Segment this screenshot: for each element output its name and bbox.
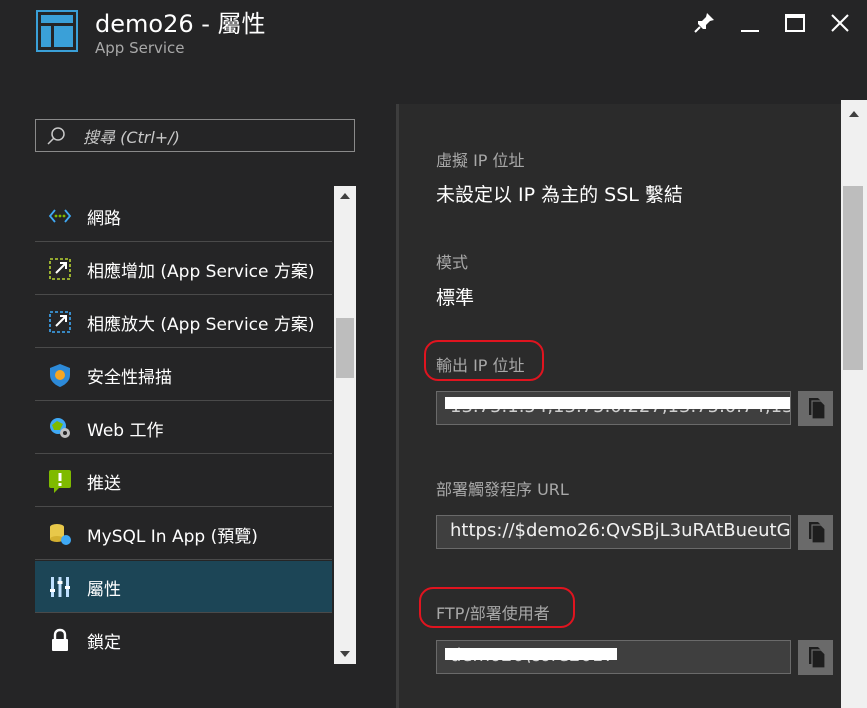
menu-scrollbar[interactable]	[334, 186, 356, 664]
menu-item-label: 安全性掃描	[87, 368, 172, 388]
menu-item-label: 相應放大 (App Service 方案)	[87, 315, 315, 335]
search-icon	[47, 127, 65, 145]
ftp-user-field[interactable]: demo26\core2017	[436, 640, 791, 674]
properties-scrollbar[interactable]	[841, 100, 867, 708]
menu-item-push[interactable]: 推送	[35, 455, 332, 507]
deploy-url-field[interactable]: https://$demo26:QvSBjL3uRAtBueutGr	[436, 515, 791, 549]
minimize-icon[interactable]	[735, 8, 765, 38]
outbound-ip-highlight	[424, 340, 544, 381]
menu-item-scale-out[interactable]: 相應放大 (App Service 方案)	[35, 296, 332, 348]
menu-item-label: 鎖定	[87, 633, 121, 653]
outbound-ip-field[interactable]: 13.75.1.54,13.75.0.227,13.75.0.74,13.75.	[436, 391, 791, 425]
deploy-url-text: https://$demo26:QvSBjL3uRAtBueutGr	[450, 520, 791, 541]
shield-scan-icon	[50, 364, 70, 387]
close-icon[interactable]	[825, 8, 855, 38]
menu-item-security-scan[interactable]: 安全性掃描	[35, 349, 332, 401]
menu-item-networking[interactable]: 網路	[35, 190, 332, 242]
menu-item-locks[interactable]: 鎖定	[35, 614, 332, 664]
scale-up-icon	[49, 258, 71, 280]
menu-item-label: 相應增加 (App Service 方案)	[87, 262, 315, 282]
properties-icon	[50, 577, 70, 597]
copy-icon[interactable]	[798, 640, 833, 675]
virtual-ip-label: 虛擬 IP 位址	[436, 151, 525, 170]
search-placeholder: 搜尋 (Ctrl+/)	[83, 128, 180, 147]
maximize-icon[interactable]	[780, 8, 810, 38]
page-subtitle: App Service	[95, 39, 185, 57]
ftp-user-highlight	[419, 587, 575, 628]
scroll-up-icon[interactable]	[848, 110, 860, 118]
redaction-bar	[445, 648, 617, 660]
menu-item-label: 網路	[87, 209, 121, 229]
copy-icon[interactable]	[798, 391, 833, 426]
redaction-bar	[445, 397, 790, 409]
mode-value: 標準	[436, 287, 475, 309]
scale-out-icon	[49, 311, 71, 333]
network-icon	[48, 209, 72, 223]
webjobs-gear-icon	[50, 418, 70, 438]
menu-item-mysql-in-app[interactable]: MySQL In App (預覽)	[35, 508, 332, 560]
copy-icon[interactable]	[798, 515, 833, 550]
menu-scrollbar-thumb[interactable]	[336, 318, 354, 378]
properties-scrollbar-thumb[interactable]	[843, 186, 863, 370]
blade-header: demo26 - 屬性 App Service	[0, 0, 867, 104]
app-service-icon	[36, 10, 78, 52]
pin-icon[interactable]	[689, 8, 719, 38]
menu-item-label: MySQL In App (預覽)	[87, 527, 258, 547]
menu-item-properties[interactable]: 屬性	[35, 561, 332, 613]
page-title: demo26 - 屬性	[95, 10, 266, 38]
menu-item-label: 屬性	[87, 580, 121, 600]
mode-label: 模式	[436, 253, 469, 272]
virtual-ip-value: 未設定以 IP 為主的 SSL 繫結	[436, 184, 683, 206]
search-input[interactable]: 搜尋 (Ctrl+/)	[35, 119, 355, 152]
menu-item-webjobs[interactable]: Web 工作	[35, 402, 332, 454]
mysql-icon	[50, 524, 71, 545]
menu-item-label: Web 工作	[87, 421, 164, 441]
scroll-up-icon[interactable]	[339, 192, 351, 200]
menu-item-label: 推送	[87, 474, 121, 494]
menu-item-scale-up[interactable]: 相應增加 (App Service 方案)	[35, 243, 332, 295]
deploy-url-label: 部署觸發程序 URL	[436, 480, 569, 499]
resource-menu: 網路 相應增加 (App Service 方案) 相應放大 (App Servi…	[35, 190, 332, 664]
scroll-down-icon[interactable]	[339, 650, 351, 658]
push-icon	[49, 470, 71, 493]
lock-icon	[52, 628, 68, 651]
